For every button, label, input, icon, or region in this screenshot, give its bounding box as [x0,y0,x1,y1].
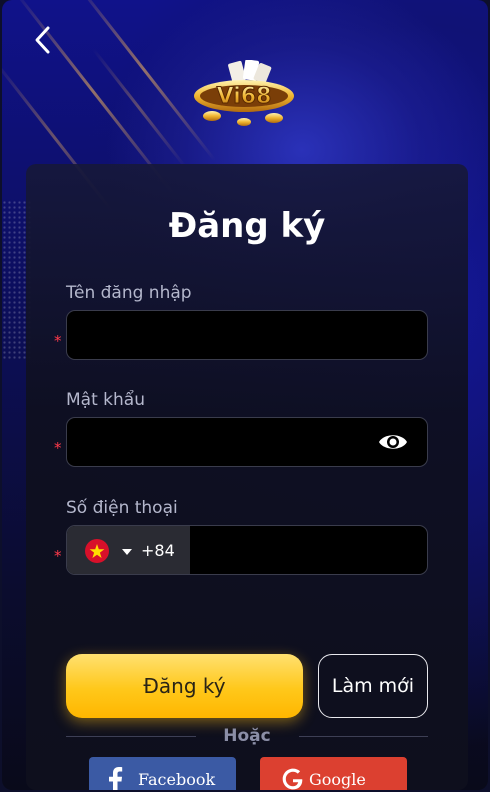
reset-button[interactable]: Làm mới [318,654,428,718]
facebook-label: Facebook [138,770,216,789]
facebook-icon [109,767,123,790]
show-password-button[interactable] [377,430,409,454]
required-mark: * [54,332,62,350]
username-field[interactable] [66,310,428,360]
or-separator: Hoặc [223,726,271,746]
back-button[interactable] [26,22,62,58]
country-code: +84 [141,541,175,560]
register-card: Đăng ký Tên đăng nhập * Mật khẩu * Số đi… [26,164,468,790]
username-label: Tên đăng nhập [66,283,192,303]
country-code-selector[interactable]: +84 [67,526,190,574]
password-input[interactable] [67,418,367,466]
facebook-login-button[interactable]: Facebook [89,757,236,790]
eye-icon [379,435,407,449]
register-button[interactable]: Đăng ký [66,654,303,718]
password-field[interactable] [66,417,428,467]
register-screen: Vi68 Đăng ký Tên đăng nhập * Mật khẩu * … [2,0,488,790]
vi68-logo: Vi68 [188,59,300,130]
svg-text:Vi68: Vi68 [217,84,272,109]
caret-down-icon [122,549,132,555]
phone-label: Số điện thoại [66,498,178,518]
google-label: Google [309,770,366,789]
google-icon [282,768,303,790]
required-mark: * [54,439,62,457]
password-label: Mật khẩu [66,390,145,410]
phone-field: +84 [66,525,428,575]
google-login-button[interactable]: Google [260,757,407,790]
phone-input[interactable] [190,526,427,574]
required-mark: * [54,547,62,565]
page-title: Đăng ký [168,206,326,246]
vietnam-flag-icon [85,539,109,563]
chevron-left-icon [35,26,50,54]
username-input[interactable] [67,311,427,359]
